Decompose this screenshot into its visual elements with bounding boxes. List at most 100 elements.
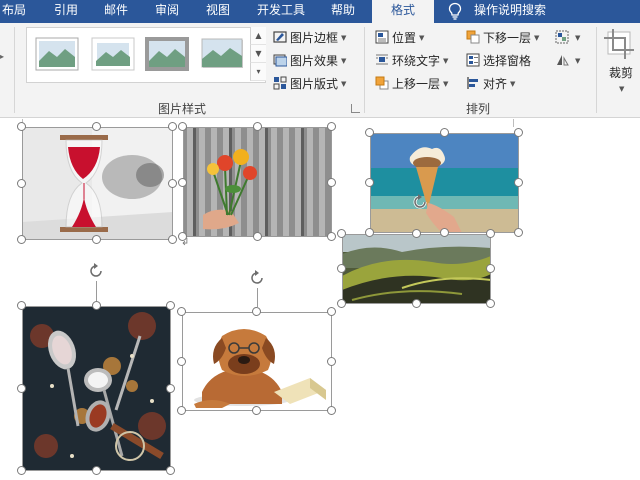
style-thumbnail-2[interactable]	[91, 37, 135, 71]
picture-layout-icon	[273, 76, 287, 90]
margin-mark	[513, 119, 514, 127]
resize-handle[interactable]	[17, 179, 26, 188]
dialog-launcher-icon[interactable]	[351, 104, 360, 113]
send-backward-icon	[466, 30, 480, 44]
gallery-down-icon[interactable]: ▼	[250, 45, 266, 63]
tab-help[interactable]: 帮助	[331, 0, 355, 23]
resize-handle[interactable]	[178, 232, 187, 241]
resize-handle[interactable]	[327, 232, 336, 241]
resize-handle[interactable]	[327, 357, 336, 366]
wrap-text-button[interactable]: 环绕文字 ▼	[375, 51, 448, 71]
picture-layout-button[interactable]: 图片版式 ▼	[273, 74, 346, 94]
rotate-handle-icon[interactable]	[86, 261, 106, 281]
tab-layout[interactable]: 布局	[2, 0, 26, 23]
ribbon-tab-bar: 布局 引用 邮件 审阅 视图 开发工具 帮助 格式 操作说明搜索	[0, 0, 640, 23]
tell-me-search[interactable]: 操作说明搜索	[474, 0, 546, 23]
resize-handle[interactable]	[17, 466, 26, 475]
resize-handle[interactable]	[365, 178, 374, 187]
resize-handle[interactable]	[17, 384, 26, 393]
resize-handle[interactable]	[337, 229, 346, 238]
resize-handle[interactable]	[486, 264, 495, 273]
rotate-handle-icon[interactable]	[247, 268, 267, 288]
resize-handle[interactable]	[168, 122, 177, 131]
selection-frame	[342, 234, 491, 304]
tab-references[interactable]: 引用	[54, 0, 78, 23]
selection-pane-label: 选择窗格	[483, 54, 532, 68]
bring-forward-button[interactable]: 上移一层 ▼	[375, 74, 448, 94]
resize-handle[interactable]	[17, 235, 26, 244]
style-thumbnail-1[interactable]	[35, 37, 79, 71]
resize-handle[interactable]	[327, 406, 336, 415]
tab-developer[interactable]: 开发工具	[257, 0, 305, 23]
tab-view[interactable]: 视图	[206, 0, 230, 23]
rotate-stem	[96, 281, 97, 301]
resize-handle[interactable]	[92, 466, 101, 475]
rotate-handle-icon[interactable]	[410, 192, 430, 212]
group-button[interactable]: ▼	[555, 28, 580, 48]
tab-review[interactable]: 审阅	[155, 0, 179, 23]
align-label: 对齐	[483, 77, 508, 91]
resize-handle[interactable]	[92, 122, 101, 131]
rotate-objects-icon	[557, 55, 569, 66]
gallery-scroll: ▲ ▼ ▾	[250, 27, 266, 83]
bring-forward-label: 上移一层	[392, 77, 441, 91]
rotate-stem	[257, 288, 258, 307]
align-icon	[467, 77, 478, 89]
resize-handle[interactable]	[337, 264, 346, 273]
resize-handle[interactable]	[177, 307, 186, 316]
resize-handle[interactable]	[168, 179, 177, 188]
resize-handle[interactable]	[327, 307, 336, 316]
picture-effects-button[interactable]: 图片效果 ▼	[273, 51, 346, 71]
style-thumbnail-3[interactable]	[145, 37, 189, 71]
resize-handle[interactable]	[253, 122, 262, 131]
resize-handle[interactable]	[178, 178, 187, 187]
resize-handle[interactable]	[252, 307, 261, 316]
style-thumbnail-4[interactable]	[201, 37, 245, 71]
resize-handle[interactable]	[486, 299, 495, 308]
gallery-more-icon[interactable]: ▾	[250, 63, 266, 81]
resize-handle[interactable]	[337, 299, 346, 308]
resize-handle[interactable]	[327, 178, 336, 187]
resize-handle[interactable]	[253, 232, 262, 241]
resize-handle[interactable]	[412, 229, 421, 238]
position-button[interactable]: 位置 ▼	[375, 28, 424, 48]
document-canvas[interactable]: ↲	[0, 119, 640, 480]
tab-format[interactable]: 格式	[372, 0, 434, 23]
resize-handle[interactable]	[177, 357, 186, 366]
align-button[interactable]: 对齐 ▼	[466, 74, 515, 94]
resize-handle[interactable]	[514, 228, 523, 237]
resize-handle[interactable]	[252, 406, 261, 415]
resize-handle[interactable]	[92, 301, 101, 310]
rotate-button[interactable]: ▼	[555, 51, 580, 71]
resize-handle[interactable]	[17, 122, 26, 131]
resize-handle[interactable]	[92, 235, 101, 244]
tab-mailings[interactable]: 邮件	[104, 0, 128, 23]
resize-handle[interactable]	[514, 128, 523, 137]
resize-handle[interactable]	[177, 406, 186, 415]
gallery-up-icon[interactable]: ▲	[250, 27, 266, 45]
resize-handle[interactable]	[166, 384, 175, 393]
resize-handle[interactable]	[178, 122, 187, 131]
resize-handle[interactable]	[514, 178, 523, 187]
picture-layout-label: 图片版式	[290, 77, 339, 91]
resize-handle[interactable]	[440, 228, 449, 237]
resize-handle[interactable]	[166, 466, 175, 475]
resize-handle[interactable]	[365, 128, 374, 137]
selection-pane-button[interactable]: 选择窗格	[466, 51, 531, 71]
resize-handle[interactable]	[412, 299, 421, 308]
resize-handle[interactable]	[327, 122, 336, 131]
selection-frame	[183, 127, 332, 237]
resize-handle[interactable]	[486, 229, 495, 238]
send-backward-button[interactable]: 下移一层 ▼	[466, 28, 539, 48]
selection-frame	[22, 306, 171, 471]
picture-style-gallery[interactable]	[26, 27, 266, 83]
resize-handle[interactable]	[17, 301, 26, 310]
crop-dropdown-icon[interactable]: ▼	[619, 79, 624, 99]
send-backward-label: 下移一层	[483, 31, 532, 45]
resize-handle[interactable]	[365, 228, 374, 237]
picture-border-button[interactable]: 图片边框 ▼	[273, 28, 346, 48]
resize-handle[interactable]	[166, 301, 175, 310]
resize-handle[interactable]	[440, 128, 449, 137]
crop-button[interactable]	[604, 29, 638, 63]
resize-handle[interactable]	[168, 235, 177, 244]
